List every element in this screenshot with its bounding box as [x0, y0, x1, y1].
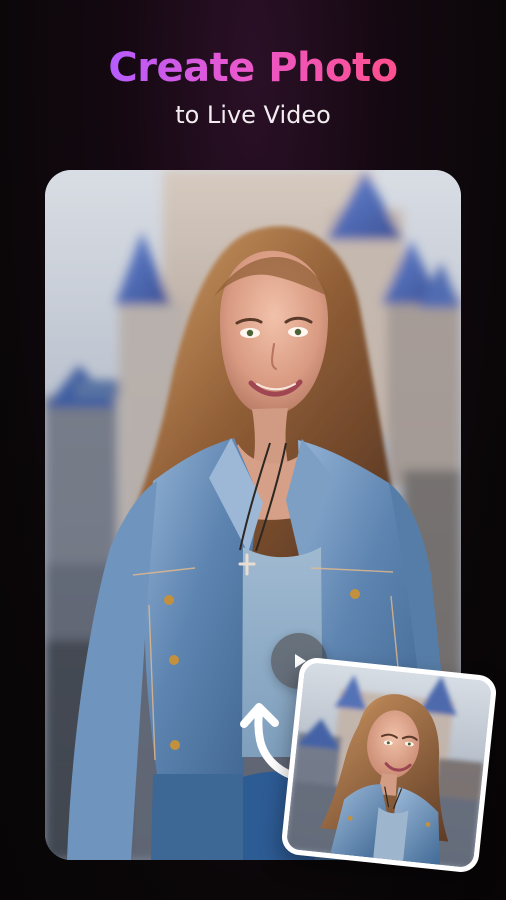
promo-headline: Create Photo to Live Video	[0, 44, 506, 130]
source-photo-thumbnail	[285, 661, 493, 869]
promo-subtitle: to Live Video	[175, 101, 331, 129]
promo-screen: Create Photo to Live Video	[0, 0, 506, 900]
source-photo-card[interactable]	[280, 656, 498, 874]
promo-title: Create Photo	[108, 45, 398, 91]
source-photo	[285, 661, 493, 869]
